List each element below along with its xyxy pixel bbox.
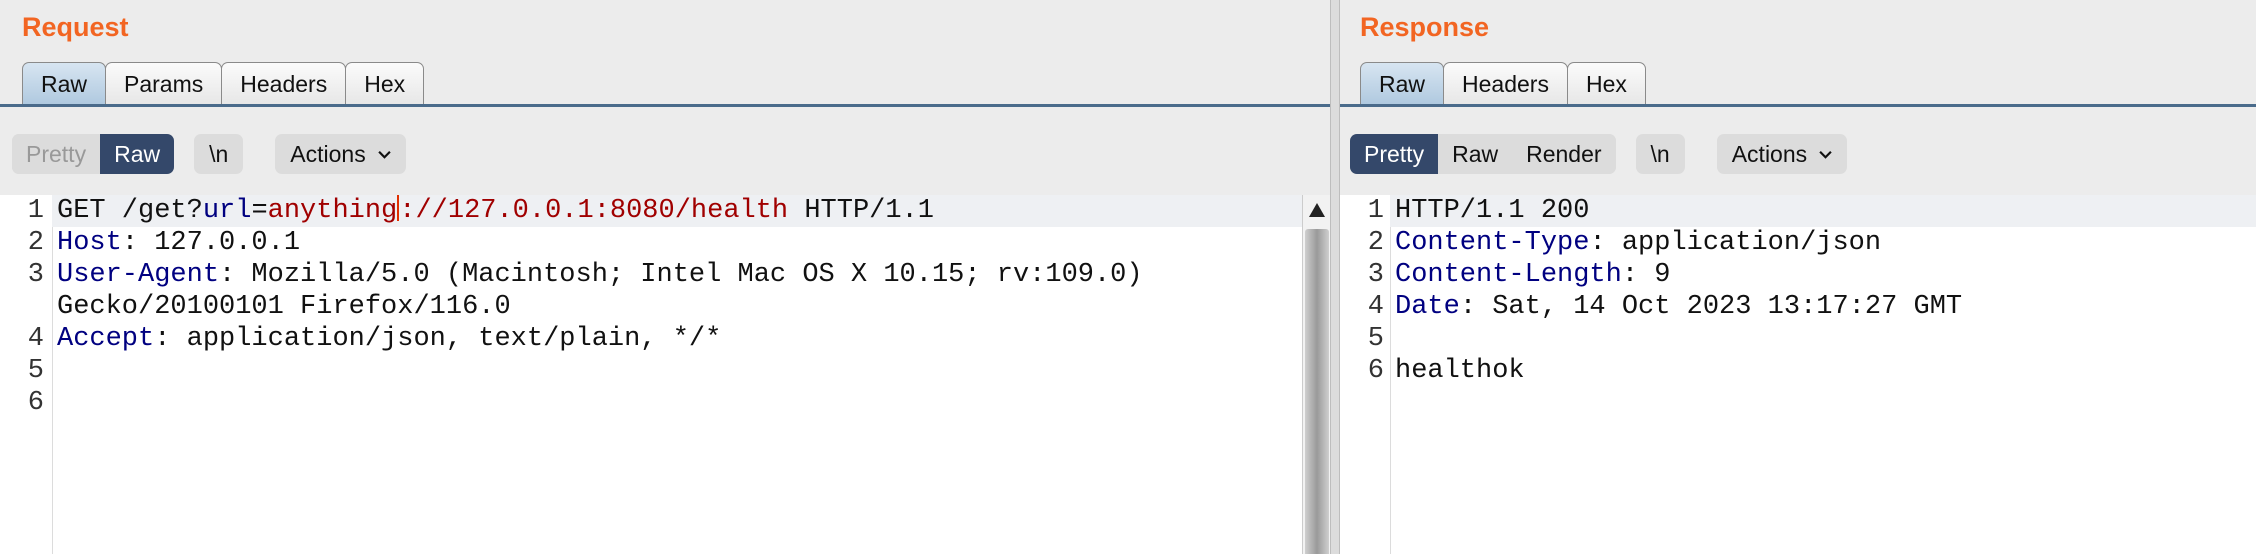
line-number: 6 <box>1367 356 1384 386</box>
request-line-3-wrap: Gecko/20100101 Firefox/116.0 <box>57 292 511 322</box>
response-raw-button[interactable]: Raw <box>1438 134 1513 174</box>
line-number: 3 <box>27 260 44 290</box>
response-view-toggle: Pretty Raw Render <box>1350 134 1616 174</box>
response-newline-button[interactable]: \n <box>1635 134 1685 174</box>
query-param-value: anything <box>267 196 398 226</box>
request-title: Request <box>22 12 129 42</box>
chevron-down-icon <box>378 150 391 159</box>
response-actions-button[interactable]: Actions <box>1716 134 1848 174</box>
response-render-button[interactable]: Render <box>1512 134 1616 174</box>
response-status-line: HTTP/1.1 200 <box>1390 195 2256 227</box>
request-scrollbar[interactable] <box>1302 195 1330 554</box>
line-number: 2 <box>1367 228 1384 258</box>
header-value: : application/json <box>1589 228 1882 258</box>
request-pretty-button[interactable]: Pretty <box>12 134 101 174</box>
header-value: : application/json, text/plain, */* <box>154 324 722 354</box>
chevron-down-icon <box>1819 150 1832 159</box>
response-line-3: Content-Length: 9 <box>1395 259 1670 291</box>
line-number: 1 <box>1367 196 1384 226</box>
request-pane: Request Raw Params Headers Hex Pretty Ra… <box>0 0 1330 554</box>
request-actions-label: Actions <box>290 141 366 167</box>
line-number: 5 <box>1367 324 1384 354</box>
request-tabs: Raw Params Headers Hex <box>22 62 425 106</box>
pane-splitter[interactable] <box>1330 0 1340 554</box>
header-key: Content-Type <box>1395 228 1590 258</box>
request-line-4: Accept: application/json, text/plain, */… <box>57 323 721 355</box>
query-param-value-rest: ://127.0.0.1:8080/health <box>399 196 789 226</box>
line-number: 4 <box>1367 292 1384 322</box>
query-param-name: url <box>202 196 252 226</box>
request-line-3: User-Agent: Mozilla/5.0 (Macintosh; Inte… <box>57 259 1143 291</box>
request-view-toggle: Pretty Raw <box>12 134 175 174</box>
header-key: Accept <box>57 324 155 354</box>
header-key: User-Agent <box>57 260 220 290</box>
request-newline-button[interactable]: \n <box>194 134 244 174</box>
line-number: 4 <box>27 324 44 354</box>
response-tab-divider <box>1340 104 2256 107</box>
request-protocol: HTTP/1.1 <box>788 196 934 226</box>
response-body: healthok <box>1395 356 1525 386</box>
response-pretty-button[interactable]: Pretty <box>1350 134 1439 174</box>
response-tabs: Raw Headers Hex <box>1360 62 1646 106</box>
response-line-4: Date: Sat, 14 Oct 2023 13:17:27 GMT <box>1395 291 1962 323</box>
request-actions-button[interactable]: Actions <box>275 134 406 174</box>
request-raw-button[interactable]: Raw <box>100 134 175 174</box>
line-number: 3 <box>1367 260 1384 290</box>
header-value: : Sat, 14 Oct 2023 13:17:27 GMT <box>1459 292 1963 322</box>
header-key: Date <box>1395 292 1460 322</box>
request-tab-raw[interactable]: Raw <box>22 62 107 106</box>
header-value: : 127.0.0.1 <box>121 228 301 258</box>
response-actions-label: Actions <box>1731 141 1808 167</box>
request-method-path: GET /get? <box>57 196 203 226</box>
response-title: Response <box>1360 12 1490 42</box>
request-tab-headers[interactable]: Headers <box>221 62 347 104</box>
line-number: 5 <box>27 356 44 386</box>
header-value: : Mozilla/5.0 (Macintosh; Intel Mac OS X… <box>219 260 1143 290</box>
request-editor[interactable]: 1 2 3 4 5 6 GET /get?url=anything://127.… <box>0 195 1302 554</box>
request-toolbar: Pretty Raw \n Actions <box>12 134 438 174</box>
request-tab-params[interactable]: Params <box>105 62 223 104</box>
scrollbar-thumb[interactable] <box>1305 229 1329 554</box>
response-pane: Response Raw Headers Hex Pretty Raw Rend… <box>1340 0 2256 554</box>
request-tab-hex[interactable]: Hex <box>345 62 425 104</box>
header-key: Content-Length <box>1395 260 1622 290</box>
response-tab-raw[interactable]: Raw <box>1360 62 1445 106</box>
query-param-equals: = <box>251 196 268 226</box>
request-line-gutter: 1 2 3 4 5 6 <box>0 195 53 554</box>
line-number: 1 <box>27 196 44 226</box>
response-tab-hex[interactable]: Hex <box>1566 62 1646 104</box>
response-line-2: Content-Type: application/json <box>1395 227 1881 259</box>
header-value: : 9 <box>1621 260 1671 290</box>
line-number: 2 <box>27 228 44 258</box>
response-editor[interactable]: 1 2 3 4 5 6 HTTP/1.1 200 Content-Type: a… <box>1340 195 2256 554</box>
header-key: Host <box>57 228 122 258</box>
line-number: 6 <box>27 388 44 418</box>
response-toolbar: Pretty Raw Render \n Actions <box>1350 134 1879 174</box>
request-tab-divider <box>0 104 1330 107</box>
scroll-up-arrow-icon[interactable] <box>1309 203 1325 217</box>
request-line-1: GET /get?url=anything://127.0.0.1:8080/h… <box>52 195 1302 227</box>
request-line-2: Host: 127.0.0.1 <box>57 227 300 259</box>
response-tab-headers[interactable]: Headers <box>1443 62 1568 104</box>
response-line-gutter: 1 2 3 4 5 6 <box>1340 195 1391 554</box>
